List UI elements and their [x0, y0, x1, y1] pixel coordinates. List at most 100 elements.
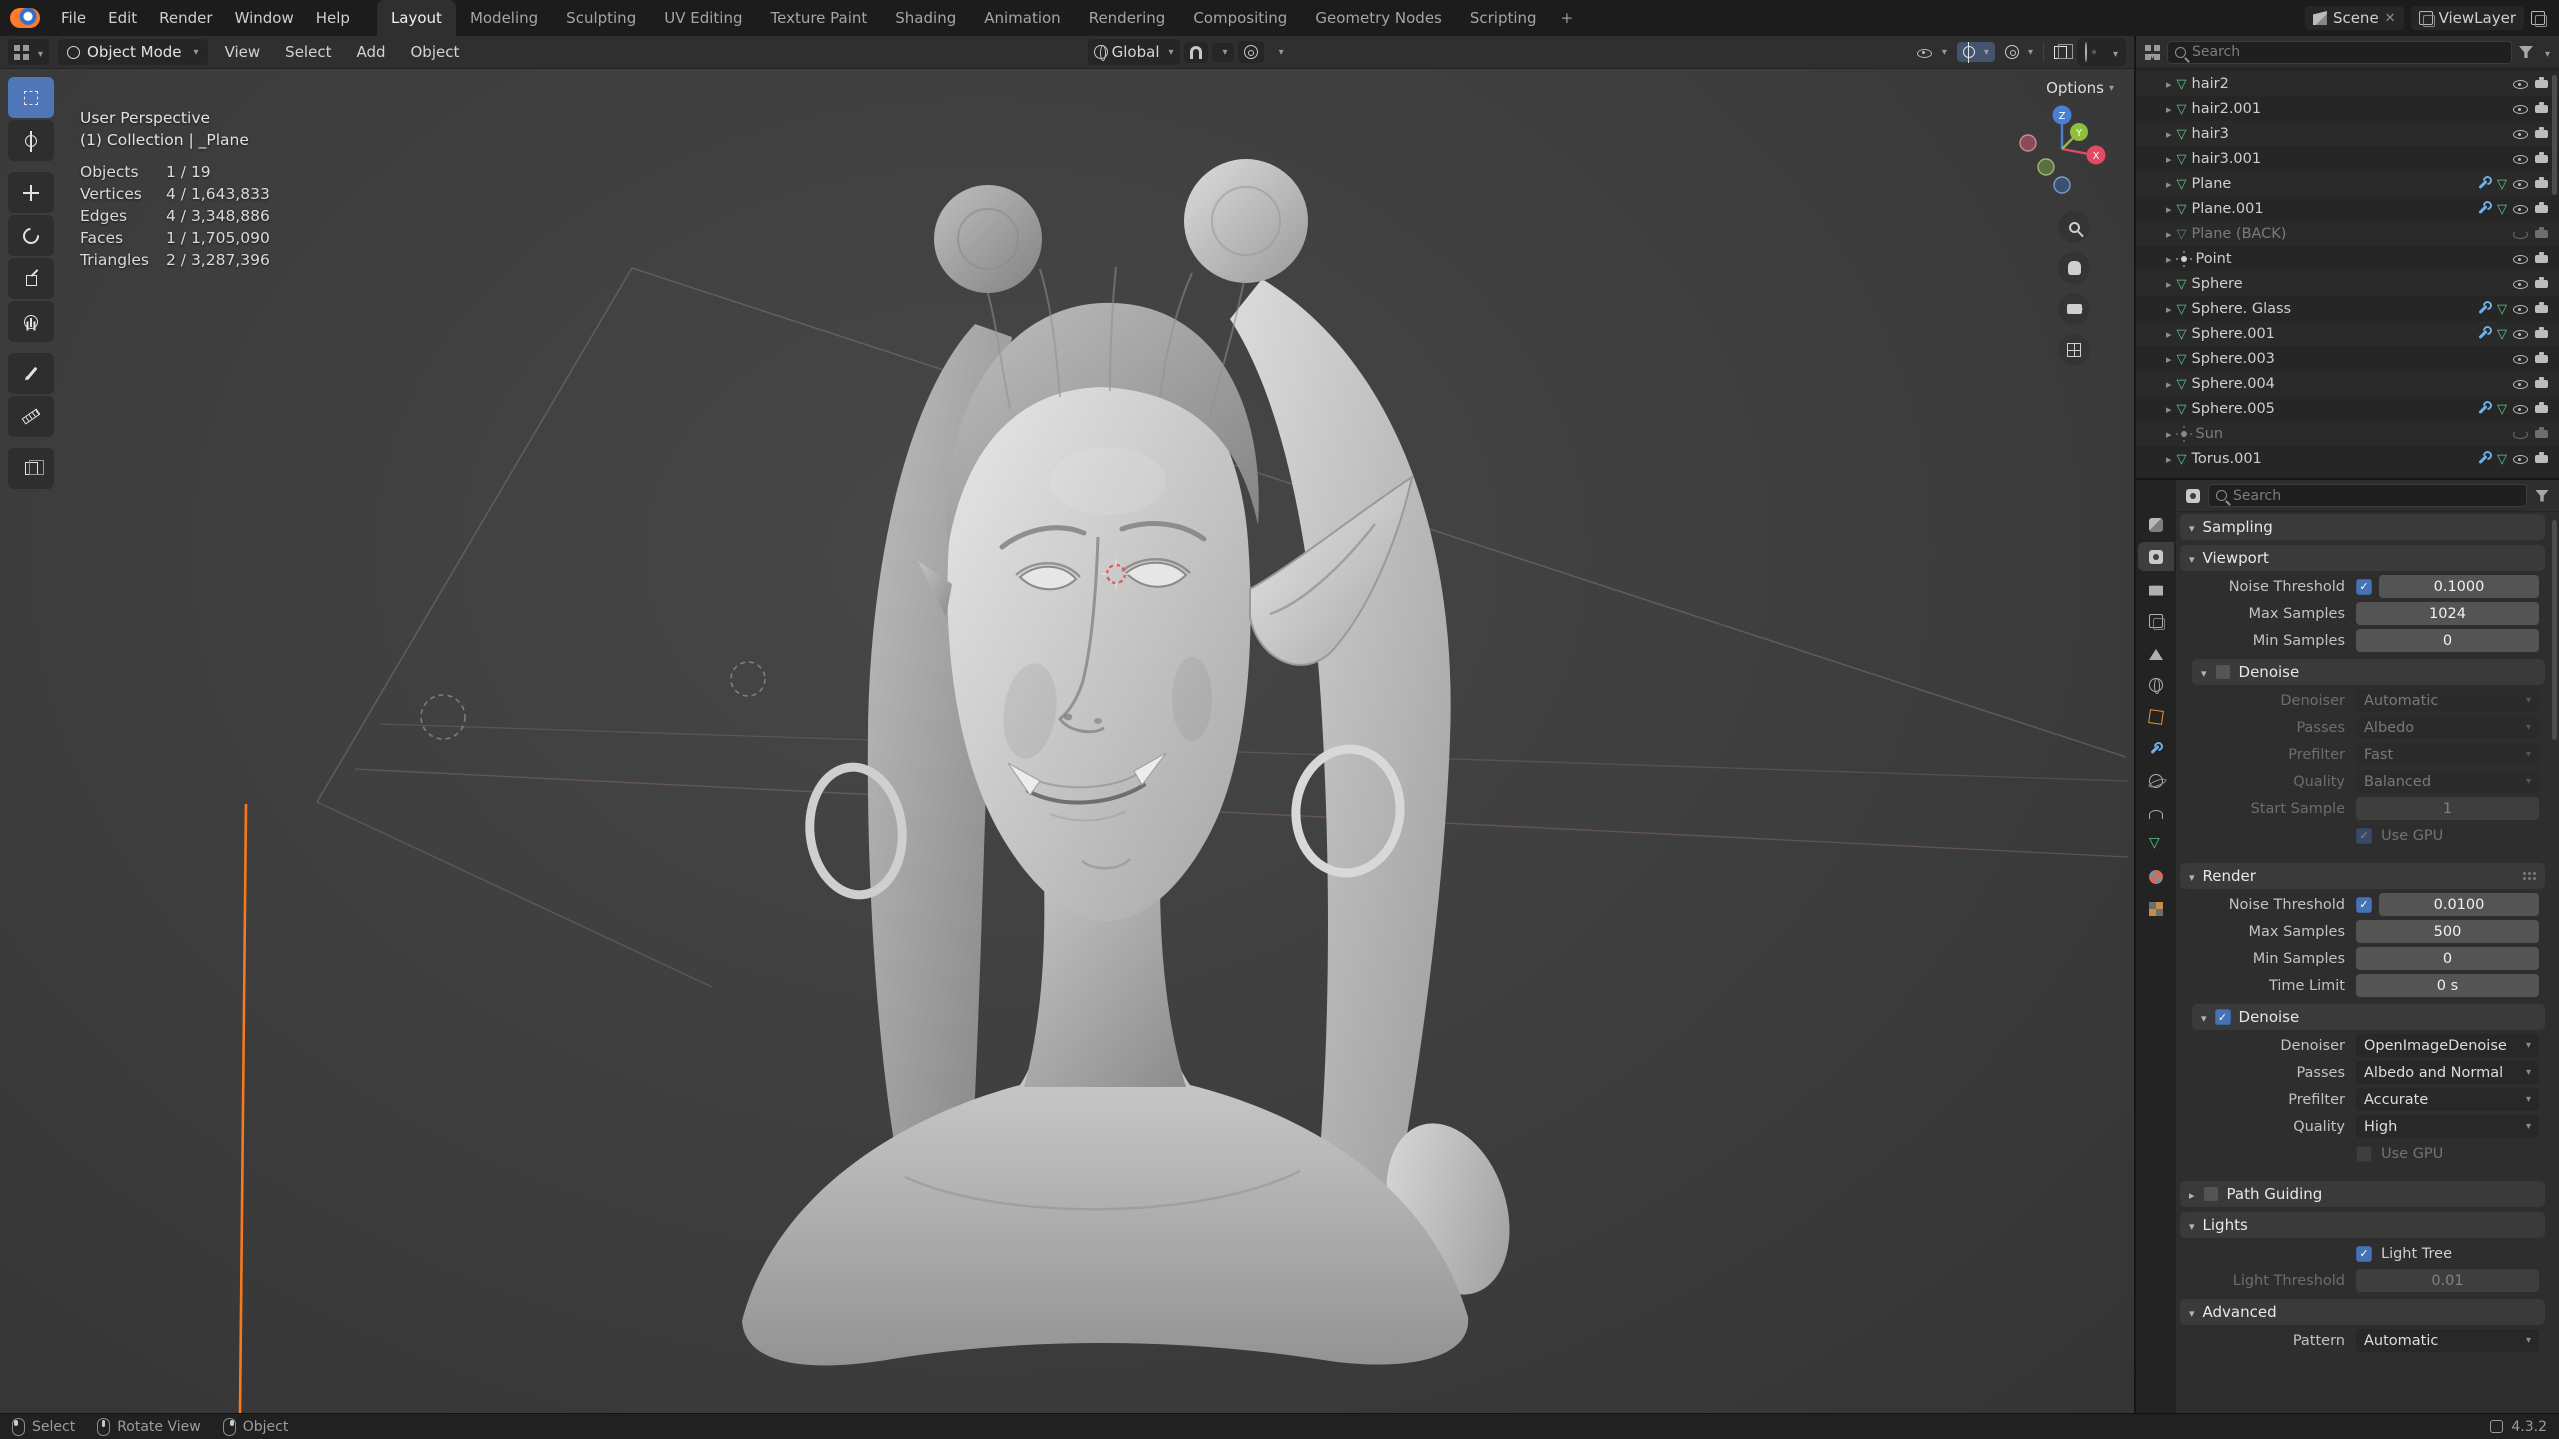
- viewport-denoise-checkbox[interactable]: [2214, 664, 2231, 680]
- tab-texture[interactable]: [2138, 894, 2174, 923]
- tab-uv-editing[interactable]: UV Editing: [650, 0, 756, 36]
- camera-visibility-icon[interactable]: [2534, 301, 2551, 316]
- object-name[interactable]: Sun: [2196, 426, 2224, 442]
- modifier-wrench-icon[interactable]: [2477, 401, 2492, 416]
- camera-view-button[interactable]: [2058, 293, 2090, 325]
- viewlayer-selector[interactable]: ViewLayer: [2410, 6, 2524, 30]
- eye-icon[interactable]: [2512, 401, 2529, 416]
- expand-arrow-icon[interactable]: [2166, 76, 2172, 92]
- menu-edit[interactable]: Edit: [97, 4, 148, 32]
- eye-icon[interactable]: [2512, 326, 2529, 341]
- panel-render[interactable]: Render: [2180, 863, 2545, 889]
- outliner-row-sphere-005[interactable]: Sphere.005: [2136, 396, 2559, 421]
- tab-object[interactable]: [2138, 702, 2174, 731]
- camera-visibility-icon[interactable]: [2534, 326, 2551, 341]
- editor-type-button[interactable]: [8, 39, 50, 65]
- mesh-data-icon[interactable]: [2497, 451, 2507, 467]
- panel-viewport-denoise[interactable]: Denoise: [2192, 659, 2545, 685]
- outliner-row-hair2[interactable]: hair2: [2136, 71, 2559, 96]
- camera-visibility-icon[interactable]: [2534, 201, 2551, 216]
- pattern-dropdown[interactable]: Automatic: [2356, 1329, 2539, 1352]
- tab-shading[interactable]: Shading: [881, 0, 970, 36]
- scene-selector[interactable]: Scene ✕: [2304, 6, 2404, 30]
- render-noise-threshold-checkbox[interactable]: [2356, 896, 2372, 913]
- measure-tool[interactable]: [8, 396, 54, 437]
- eye-closed-icon[interactable]: [2512, 226, 2529, 241]
- pan-button[interactable]: [2058, 252, 2090, 284]
- tab-modeling[interactable]: Modeling: [456, 0, 552, 36]
- tab-texture-paint[interactable]: Texture Paint: [756, 0, 881, 36]
- object-name[interactable]: Point: [2196, 251, 2232, 267]
- render-min-samples-field[interactable]: 0: [2356, 947, 2539, 970]
- scale-tool[interactable]: [8, 258, 54, 299]
- tab-modifiers[interactable]: [2138, 734, 2174, 763]
- denoiser-dropdown[interactable]: Automatic: [2356, 689, 2539, 712]
- camera-visibility-icon[interactable]: [2534, 76, 2551, 91]
- tab-material[interactable]: [2138, 862, 2174, 891]
- eye-icon[interactable]: [2512, 276, 2529, 291]
- expand-arrow-icon[interactable]: [2166, 426, 2172, 442]
- camera-visibility-icon[interactable]: [2534, 151, 2551, 166]
- expand-arrow-icon[interactable]: [2166, 451, 2172, 467]
- render-denoise-checkbox[interactable]: [2214, 1009, 2231, 1025]
- blender-logo-icon[interactable]: [10, 8, 40, 28]
- zoom-button[interactable]: [2058, 211, 2090, 243]
- rotate-tool[interactable]: [8, 215, 54, 256]
- object-name[interactable]: Sphere.003: [2192, 351, 2275, 367]
- shading-rendered-button[interactable]: [2106, 41, 2120, 63]
- modifier-wrench-icon[interactable]: [2477, 176, 2492, 191]
- expand-arrow-icon[interactable]: [2166, 226, 2172, 242]
- menu-view[interactable]: View: [217, 39, 269, 65]
- select-box-tool[interactable]: [8, 77, 54, 118]
- expand-arrow-icon[interactable]: [2166, 326, 2172, 342]
- expand-arrow-icon[interactable]: [2166, 176, 2172, 192]
- tab-scripting[interactable]: Scripting: [1456, 0, 1551, 36]
- outliner-row-plane-back[interactable]: Plane (BACK): [2136, 221, 2559, 246]
- outliner-editor-type-icon[interactable]: [2145, 44, 2160, 60]
- outliner-search-box[interactable]: [2167, 40, 2512, 64]
- render-noise-threshold-field[interactable]: 0.0100: [2379, 893, 2539, 916]
- tab-rendering[interactable]: Rendering: [1075, 0, 1180, 36]
- object-name[interactable]: Plane: [2192, 176, 2232, 192]
- object-name[interactable]: hair3.001: [2192, 151, 2262, 167]
- panel-path-guiding[interactable]: Path Guiding: [2180, 1181, 2545, 1207]
- expand-arrow-icon[interactable]: [2166, 376, 2172, 392]
- camera-visibility-icon[interactable]: [2534, 276, 2551, 291]
- new-viewlayer-icon[interactable]: [2531, 11, 2547, 27]
- snap-settings-dropdown[interactable]: [1211, 42, 1234, 62]
- outliner-row-sphere-004[interactable]: Sphere.004: [2136, 371, 2559, 396]
- ortho-toggle-button[interactable]: [2058, 334, 2090, 366]
- outliner-row-hair3[interactable]: hair3: [2136, 121, 2559, 146]
- viewport-canvas[interactable]: Options User Perspective (1) Collection: [0, 69, 2134, 1413]
- mesh-data-icon[interactable]: [2497, 176, 2507, 192]
- scene-unlink-icon[interactable]: ✕: [2385, 11, 2396, 26]
- camera-visibility-icon[interactable]: [2534, 251, 2551, 266]
- eye-icon[interactable]: [2512, 351, 2529, 366]
- tab-object-data[interactable]: [2138, 830, 2174, 859]
- tab-geometry-nodes[interactable]: Geometry Nodes: [1301, 0, 1456, 36]
- properties-search-input[interactable]: [2233, 487, 2519, 504]
- panel-advanced[interactable]: Advanced: [2180, 1299, 2545, 1325]
- mesh-data-icon[interactable]: [2497, 301, 2507, 317]
- eye-icon[interactable]: [2512, 301, 2529, 316]
- time-limit-field[interactable]: 0 s: [2356, 974, 2539, 997]
- eye-icon[interactable]: [2512, 376, 2529, 391]
- expand-arrow-icon[interactable]: [2166, 251, 2172, 267]
- object-name[interactable]: Sphere: [2192, 276, 2243, 292]
- tab-sculpting[interactable]: Sculpting: [552, 0, 650, 36]
- menu-render[interactable]: Render: [148, 4, 223, 32]
- start-sample-field[interactable]: 1: [2356, 797, 2539, 820]
- expand-arrow-icon[interactable]: [2166, 301, 2172, 317]
- eye-icon[interactable]: [2512, 151, 2529, 166]
- expand-arrow-icon[interactable]: [2166, 101, 2172, 117]
- panel-grip-icon[interactable]: [2522, 871, 2536, 881]
- add-cube-tool[interactable]: [8, 448, 54, 489]
- panel-render-denoise[interactable]: Denoise: [2192, 1004, 2545, 1030]
- camera-visibility-icon[interactable]: [2534, 426, 2551, 441]
- outliner-row-sphere-003[interactable]: Sphere.003: [2136, 346, 2559, 371]
- render-use-gpu-checkbox[interactable]: [2356, 1145, 2372, 1162]
- object-name[interactable]: Sphere.005: [2192, 401, 2275, 417]
- render-max-samples-field[interactable]: 500: [2356, 920, 2539, 943]
- panel-viewport[interactable]: Viewport: [2180, 545, 2545, 571]
- expand-arrow-icon[interactable]: [2166, 351, 2172, 367]
